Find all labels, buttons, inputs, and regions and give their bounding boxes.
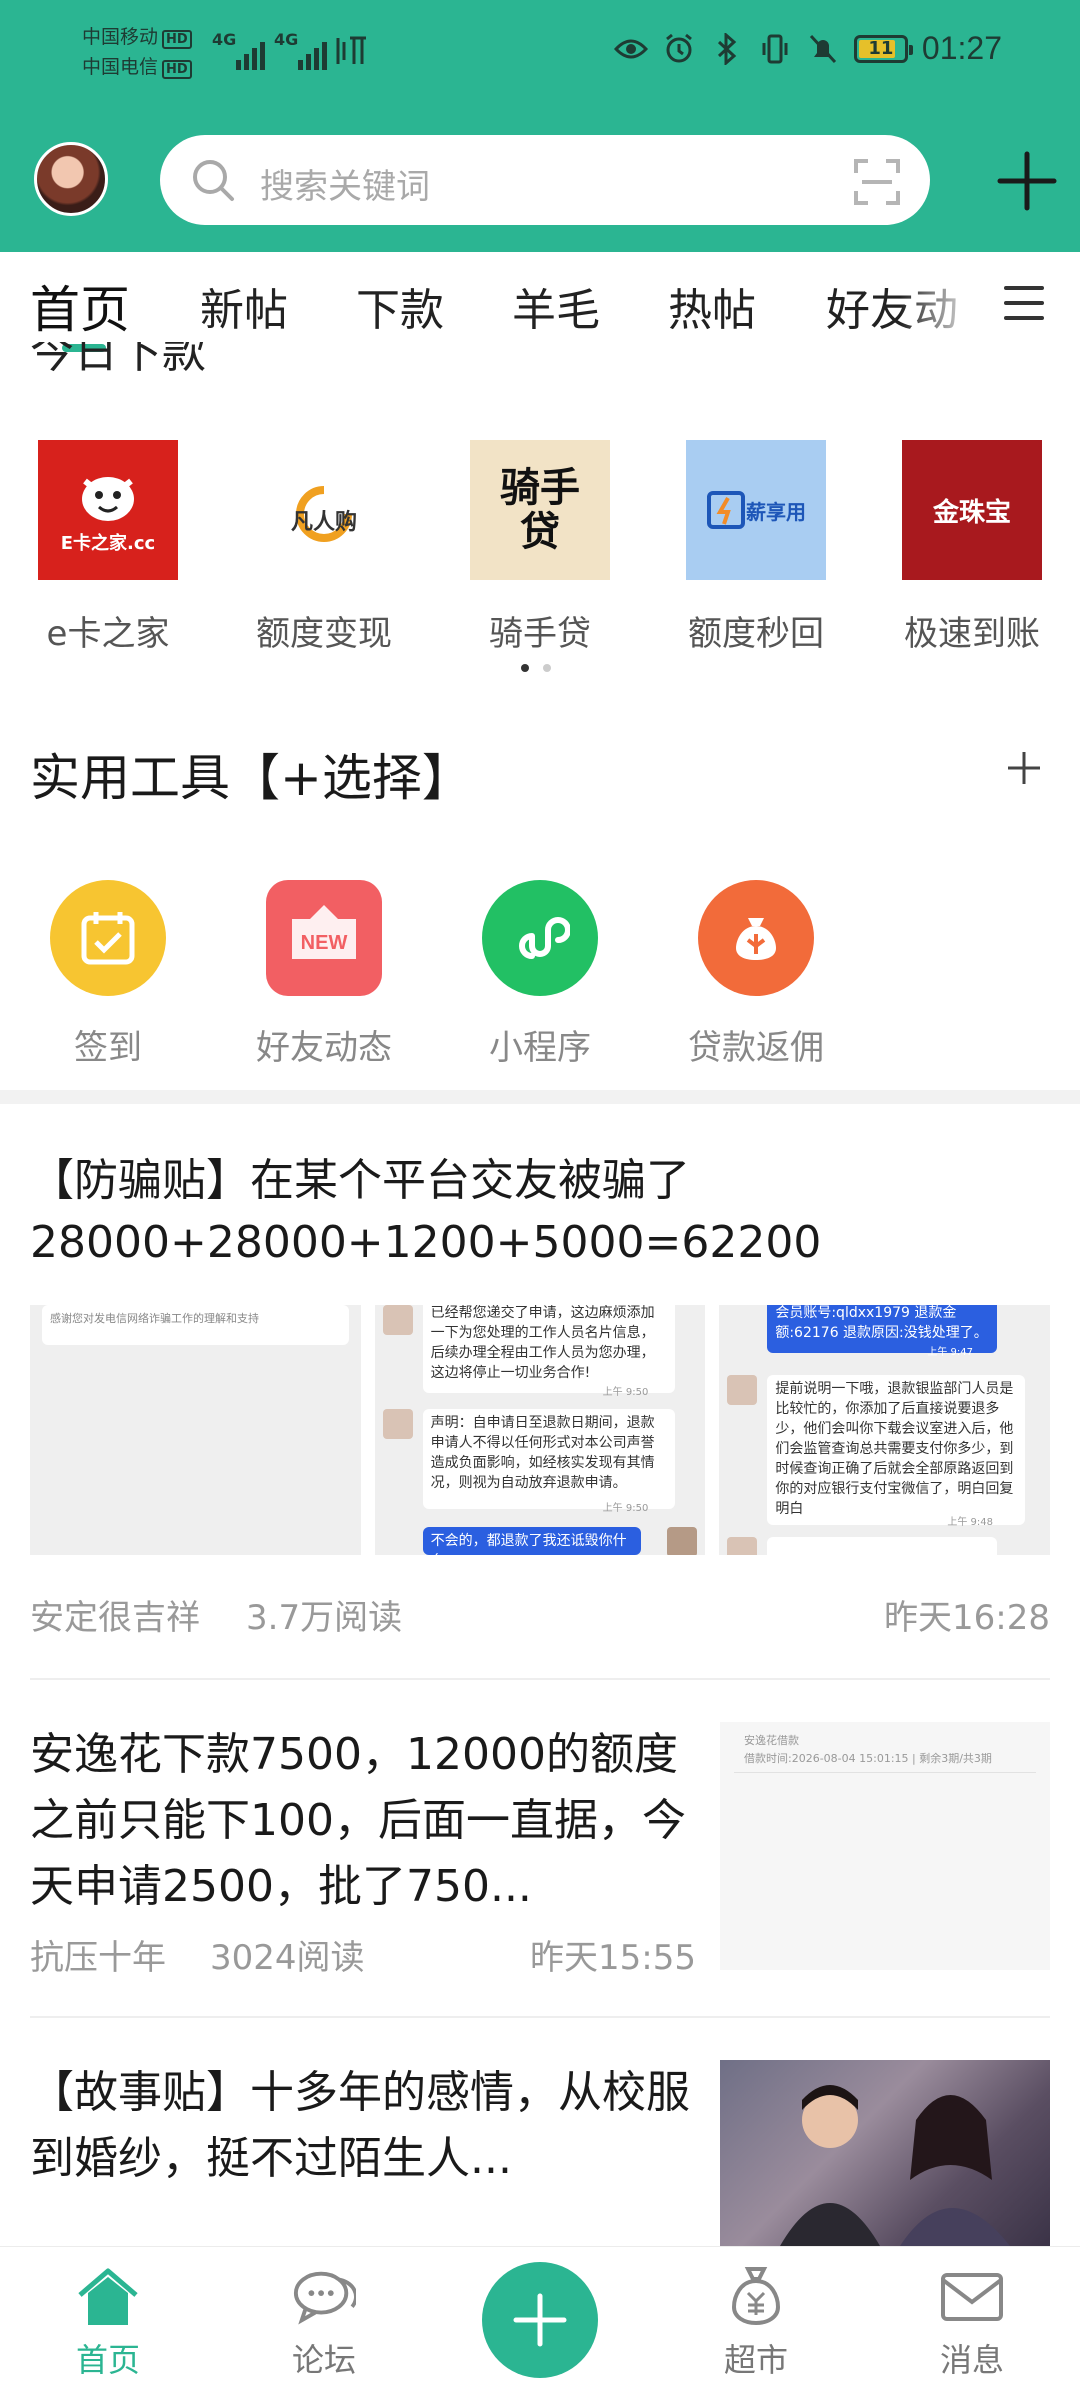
avatar[interactable] (34, 142, 108, 216)
eye-icon (613, 32, 648, 66)
loan-item[interactable]: E卡之家.cc e卡之家 (18, 440, 198, 655)
section-divider (0, 1090, 1080, 1104)
post-title[interactable]: 【故事贴】十多年的感情，从校服到婚纱，挺不过陌生人... (30, 2060, 690, 2192)
loan-logo: E卡之家.cc (38, 440, 178, 580)
post-images[interactable]: 感谢您对发电信网络诈骗工作的理解和支持 已经帮您递交了申请，这边麻烦添加一下为您… (30, 1305, 1051, 1555)
chat-icon (292, 2265, 356, 2329)
loan-logo: 凡人购 (254, 440, 394, 580)
loan-carousel: E卡之家.cc e卡之家 凡人购 额度变现 骑手贷 骑手贷 薪享用 额度秒回 金… (0, 440, 1080, 654)
status-bar: 中国移动 HD 中国电信 HD 4G 4G 11 01:27 (0, 0, 1080, 110)
loan-label: 极速到账 (904, 614, 1040, 654)
loan-label: 骑手贷 (489, 614, 591, 654)
loan-logo: 骑手贷 (470, 440, 610, 580)
carrier-info: 中国移动 HD 中国电信 HD (82, 22, 192, 82)
bluetooth-icon (710, 32, 744, 66)
tools-title[interactable]: 实用工具【+选择】 (30, 738, 472, 810)
search-icon (190, 157, 236, 207)
post-reads: 3.7万阅读 (246, 1598, 403, 1638)
loan-item[interactable]: 金珠宝 极速到账 (882, 440, 1062, 655)
tab-new-posts[interactable]: 新帖 (200, 274, 288, 338)
post-title[interactable]: 【防骗贴】在某个平台交友被骗了28000+28000+1200+5000=622… (30, 1150, 1050, 1274)
search-input[interactable]: 搜索关键词 (260, 159, 430, 208)
svg-text:NEW: NEW (301, 932, 348, 954)
calendar-check-icon (50, 880, 166, 996)
vibrate-icon (758, 32, 792, 66)
section-title-partial: 今日下款 (30, 342, 206, 378)
network-type: 4G (274, 30, 299, 49)
loan-item[interactable]: 骑手贷 骑手贷 (450, 440, 630, 655)
mail-icon (940, 2265, 1004, 2329)
mute-bell-icon (806, 32, 840, 66)
tool-label: 好友动态 (256, 1028, 392, 1068)
battery-icon: 11 (853, 34, 913, 63)
tool-mini-program[interactable]: 小程序 (440, 880, 640, 1069)
post-divider (30, 1678, 1050, 1680)
post-time: 昨天16:28 (884, 1598, 1050, 1638)
post-divider (30, 2016, 1050, 2018)
nav-label: 首页 (75, 2341, 140, 2379)
mini-program-icon (482, 880, 598, 996)
loan-logo: 金珠宝 (902, 440, 1042, 580)
post-thumbnail[interactable]: 安逸花借款 借款时间:2026-08-04 15:01:15 | 剩余3期/共3… (720, 1722, 1050, 1970)
post-author[interactable]: 安定很吉祥 (30, 1590, 200, 1639)
create-post-button[interactable] (482, 2262, 598, 2378)
status-icons: 11 01:27 (613, 30, 1002, 67)
post-image[interactable]: 已经帮您递交了申请，这边麻烦添加一下为您处理的工作人员名片信息，后续办理全程由工… (374, 1305, 706, 1555)
scan-icon[interactable] (854, 159, 900, 209)
nav-label: 消息 (939, 2341, 1004, 2379)
carousel-pagination (521, 664, 551, 672)
post-thumbnail[interactable] (720, 2060, 1050, 2246)
battery-level: 11 (868, 38, 894, 59)
clock: 01:27 (921, 30, 1002, 66)
tab-deals[interactable]: 羊毛 (512, 274, 600, 338)
signal-icon (236, 36, 265, 70)
tool-checkin[interactable]: 签到 (8, 880, 208, 1069)
nav-home[interactable]: 首页 (8, 2247, 208, 2400)
tool-friends-feed[interactable]: NEW 好友动态 (224, 880, 424, 1069)
network-type: 4G (212, 30, 237, 49)
alarm-icon (662, 32, 696, 66)
menu-icon[interactable] (1004, 286, 1044, 322)
loan-label: 额度秒回 (688, 614, 824, 654)
post-image[interactable]: 会员账号:qldxx1979 退款金额:62176 退款原因:没钱处理了。 上午… (719, 1305, 1051, 1555)
new-badge-icon: NEW (266, 880, 382, 996)
home-icon (76, 2265, 140, 2329)
tab-home[interactable]: 首页 (30, 270, 130, 342)
search-bar[interactable]: 搜索关键词 (160, 135, 930, 225)
post-author[interactable]: 抗压十年 (30, 1930, 166, 1979)
money-bag-icon (698, 880, 814, 996)
nav-market[interactable]: 超市 (656, 2247, 856, 2400)
hd-badge: HD (162, 60, 192, 79)
tool-label: 小程序 (489, 1028, 591, 1068)
hd-badge: HD (162, 30, 192, 49)
post-image[interactable]: 感谢您对发电信网络诈骗工作的理解和支持 (30, 1305, 361, 1555)
tab-hot[interactable]: 热帖 (668, 274, 756, 338)
nav-label: 超市 (723, 2341, 788, 2379)
add-tool-icon[interactable] (1004, 748, 1044, 788)
carrier-2: 中国电信 (82, 56, 159, 78)
signal-icon (298, 36, 327, 70)
add-button[interactable] (996, 150, 1058, 212)
tool-label: 签到 (74, 1028, 142, 1068)
nav-forum[interactable]: 论坛 (224, 2247, 424, 2400)
tools-grid: 签到 NEW 好友动态 小程序 贷款返佣 (0, 880, 1080, 1070)
tool-loan-rebate[interactable]: 贷款返佣 (656, 880, 856, 1069)
loan-label: e卡之家 (46, 614, 170, 654)
loan-label: 额度变现 (256, 614, 392, 654)
nav-messages[interactable]: 消息 (872, 2247, 1072, 2400)
tool-label: 贷款返佣 (688, 1028, 824, 1068)
money-bag-icon (724, 2265, 788, 2329)
carrier-1: 中国移动 (82, 26, 159, 48)
app-header: 中国移动 HD 中国电信 HD 4G 4G 11 01:27 搜索关键词 (0, 0, 1080, 252)
tab-loans[interactable]: 下款 (356, 274, 444, 338)
nav-label: 论坛 (291, 2341, 356, 2379)
loan-item[interactable]: 凡人购 额度变现 (234, 440, 414, 655)
post-time: 昨天15:55 (530, 1938, 696, 1978)
post-reads: 3024阅读 (210, 1938, 365, 1978)
loan-logo: 薪享用 (686, 440, 826, 580)
loan-item[interactable]: 薪享用 额度秒回 (666, 440, 846, 655)
post-title[interactable]: 安逸花下款7500，12000的额度之前只能下100，后面一直据，今天申请250… (30, 1722, 690, 1920)
audio-icon (334, 34, 370, 72)
